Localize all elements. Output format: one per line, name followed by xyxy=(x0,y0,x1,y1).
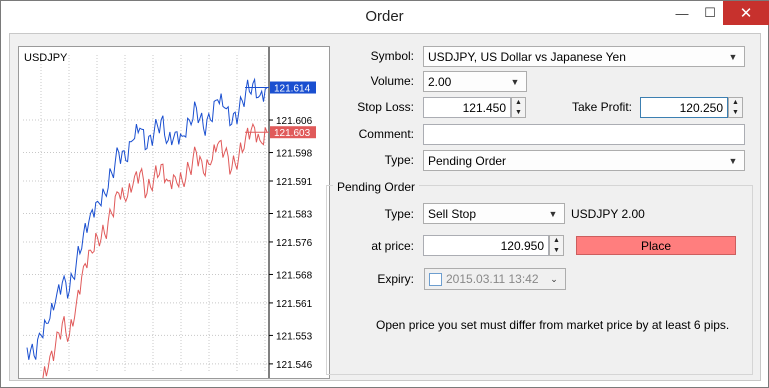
chart-tick-label: 121.598 xyxy=(276,149,313,160)
stepper-up-icon[interactable]: ▲ xyxy=(729,98,742,107)
chart-symbol-label: USDJPY xyxy=(24,52,68,64)
takeprofit-label: Take Profit: xyxy=(571,100,632,114)
pending-type-value: Sell Stop xyxy=(428,206,477,221)
chart-tick-label: 121.561 xyxy=(276,299,313,310)
takeprofit-value: 120.250 xyxy=(679,100,723,115)
minimize-icon[interactable]: — xyxy=(669,1,695,25)
symbol-select-value: USDJPY, US Dollar vs Japanese Yen xyxy=(428,49,626,64)
symbol-label: Symbol: xyxy=(370,49,414,63)
expiry-checkbox[interactable] xyxy=(429,272,442,286)
atprice-input[interactable]: 120.950 xyxy=(423,235,549,256)
stoploss-input[interactable]: 121.450 xyxy=(423,97,511,118)
chart-tick-label: 121.568 xyxy=(276,270,313,281)
takeprofit-stepper[interactable]: ▲ ▼ xyxy=(728,97,743,118)
maximize-icon[interactable]: ☐ xyxy=(697,1,723,25)
stoploss-label: Stop Loss: xyxy=(357,100,414,114)
stepper-down-icon[interactable]: ▼ xyxy=(729,108,742,117)
stepper-down-icon[interactable]: ▼ xyxy=(550,246,563,255)
price-chart: 121.606 121.598 121.591 121.583 121.576 121.5… xyxy=(18,46,330,379)
title-bar: Order — ☐ ✕ xyxy=(1,1,769,33)
chevron-down-icon: ▼ xyxy=(728,51,738,62)
pending-type-label: Type: xyxy=(384,207,414,221)
order-type-value: Pending Order xyxy=(428,153,507,168)
pending-order-caption: Pending Order xyxy=(333,180,420,194)
chevron-down-icon: ▼ xyxy=(510,76,520,87)
volume-select-value: 2.00 xyxy=(428,74,452,89)
bid-price-line xyxy=(26,77,268,360)
expiry-value: 2015.03.11 13:42 xyxy=(446,272,539,286)
pending-type-select[interactable]: Sell Stop ▼ xyxy=(423,203,565,224)
order-window: Order — ☐ ✕ 121.606 121.598 121.591 121.583… xyxy=(0,0,769,388)
type-label: Type: xyxy=(384,153,414,167)
atprice-label: at price: xyxy=(371,239,414,253)
stepper-up-icon[interactable]: ▲ xyxy=(550,236,563,245)
comment-input[interactable] xyxy=(423,124,745,145)
expiry-picker[interactable]: 2015.03.11 13:42 ⌄ xyxy=(424,268,566,290)
chart-tick-label: 121.583 xyxy=(276,210,313,221)
chevron-down-icon: ▼ xyxy=(728,155,738,166)
dialog-client-area: 121.606 121.598 121.591 121.583 121.576 121.5… xyxy=(9,33,761,381)
expiry-label: Expiry: xyxy=(377,272,414,286)
stepper-down-icon[interactable]: ▼ xyxy=(512,108,525,117)
comment-label: Comment: xyxy=(358,127,414,141)
symbol-select[interactable]: USDJPY, US Dollar vs Japanese Yen ▼ xyxy=(423,46,745,67)
order-type-select[interactable]: Pending Order ▼ xyxy=(423,150,745,171)
atprice-value: 120.950 xyxy=(500,238,544,253)
chart-tick-label: 121.606 xyxy=(276,116,313,127)
chart-canvas: 121.606 121.598 121.591 121.583 121.576 121.5… xyxy=(23,47,316,378)
close-icon[interactable]: ✕ xyxy=(723,1,769,25)
stoploss-stepper[interactable]: ▲ ▼ xyxy=(511,97,526,118)
volume-select[interactable]: 2.00 ▼ xyxy=(423,71,527,92)
takeprofit-input[interactable]: 120.250 xyxy=(640,97,728,118)
pending-note: Open price you set must differ from mark… xyxy=(376,318,730,332)
bid-price-label: 121.614 xyxy=(274,84,311,95)
chart-tick-label: 121.576 xyxy=(276,238,313,249)
ask-price-line xyxy=(42,122,268,378)
chart-tick-label: 121.553 xyxy=(276,331,313,342)
chevron-down-icon: ▼ xyxy=(548,208,558,219)
window-title: Order xyxy=(365,8,404,25)
chart-tick-label: 121.591 xyxy=(276,177,313,188)
chart-tick-label: 121.546 xyxy=(276,360,313,371)
place-button[interactable]: Place xyxy=(576,236,736,255)
pending-type-info: USDJPY 2.00 xyxy=(571,207,645,221)
volume-label: Volume: xyxy=(370,74,414,88)
chevron-down-icon[interactable]: ⌄ xyxy=(547,274,561,285)
stoploss-value: 121.450 xyxy=(462,100,506,115)
stepper-up-icon[interactable]: ▲ xyxy=(512,98,525,107)
ask-price-label: 121.603 xyxy=(274,128,311,139)
atprice-stepper[interactable]: ▲ ▼ xyxy=(549,235,564,256)
